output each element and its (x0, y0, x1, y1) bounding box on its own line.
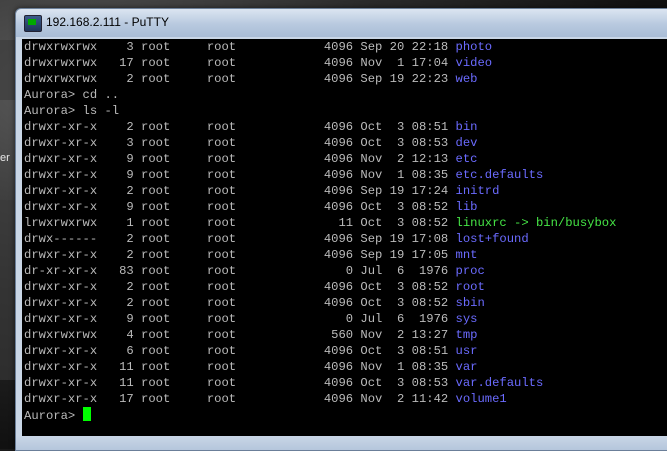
window-bottom-border (16, 436, 667, 450)
command-line: Aurora> ls -l (24, 104, 120, 118)
ls-entry-row: drwxrwxrwx 2 root root 4096 Sep 19 22:23… (22, 71, 667, 87)
directory-name: dev (455, 136, 478, 150)
directory-name: etc.defaults (455, 168, 544, 182)
ls-entry-meta: drwxrwxrwx 3 root root 4096 Sep 20 22:18 (24, 40, 456, 54)
ls-entry-meta: lrwxrwxrwx 1 root root 11 Oct 3 08:52 (24, 216, 456, 230)
ls-entry-row: drwxr-xr-x 2 root root 4096 Oct 3 08:52 … (22, 295, 667, 311)
ls-entry-meta: drwxr-xr-x 2 root root 4096 Sep 19 17:24 (24, 184, 456, 198)
putty-app-icon[interactable] (24, 15, 42, 32)
ls-entry-meta: drwxr-xr-x 2 root root 4096 Oct 3 08:51 (24, 120, 456, 134)
ls-entry-row: drwxrwxrwx 3 root root 4096 Sep 20 22:18… (22, 39, 667, 55)
directory-name: sbin (455, 296, 485, 310)
ls-entry-meta: drwxrwxrwx 4 root root 560 Nov 2 13:27 (24, 328, 456, 342)
symlink-name: linuxrc -> bin/busybox (455, 216, 617, 230)
window-title: 192.168.2.111 - PuTTY (46, 15, 169, 29)
ls-entry-meta: drwxr-xr-x 9 root root 4096 Oct 3 08:52 (24, 200, 456, 214)
ls-entry-row: drwxr-xr-x 2 root root 4096 Oct 3 08:52 … (22, 279, 667, 295)
ls-entry-meta: drwxr-xr-x 9 root root 4096 Nov 1 08:35 (24, 168, 456, 182)
directory-name: mnt (455, 248, 478, 262)
ls-entry-row: dr-xr-xr-x 83 root root 0 Jul 6 1976 pro… (22, 263, 667, 279)
ls-entry-row: drwxr-xr-x 2 root root 4096 Sep 19 17:24… (22, 183, 667, 199)
ls-entry-meta: drwxr-xr-x 9 root root 4096 Nov 2 12:13 (24, 152, 456, 166)
ls-entry-row: drwxrwxrwx 4 root root 560 Nov 2 13:27 t… (22, 327, 667, 343)
ls-entry-meta: drwxr-xr-x 11 root root 4096 Nov 1 08:35 (24, 360, 456, 374)
ls-entry-row: drwxr-xr-x 9 root root 4096 Nov 1 08:35 … (22, 167, 667, 183)
ls-entry-row: drwxr-xr-x 2 root root 4096 Oct 3 08:51 … (22, 119, 667, 135)
directory-name: lib (455, 200, 478, 214)
directory-name: video (455, 56, 493, 70)
directory-name: tmp (455, 328, 478, 342)
ls-entry-row: drwxr-xr-x 2 root root 4096 Sep 19 17:05… (22, 247, 667, 263)
ls-entry-row: drwxr-xr-x 9 root root 4096 Nov 2 12:13 … (22, 151, 667, 167)
directory-name: etc (455, 152, 478, 166)
ls-entry-meta: drwxr-xr-x 17 root root 4096 Nov 2 11:42 (24, 392, 456, 406)
command-line: Aurora> cd .. (24, 88, 120, 102)
directory-name: initrd (455, 184, 500, 198)
directory-name: photo (455, 40, 493, 54)
ls-entry-meta: drwxr-xr-x 3 root root 4096 Oct 3 08:53 (24, 136, 456, 150)
ls-entry-row: drwxr-xr-x 11 root root 4096 Oct 3 08:53… (22, 375, 667, 391)
directory-name: var.defaults (455, 376, 544, 390)
putty-window[interactable]: 192.168.2.111 - PuTTY drwxrwxrwx 3 root … (15, 8, 667, 451)
ls-entry-row: drwxrwxrwx 17 root root 4096 Nov 1 17:04… (22, 55, 667, 71)
directory-name: web (455, 72, 478, 86)
directory-name: sys (455, 312, 478, 326)
ls-entry-row: drwxr-xr-x 9 root root 4096 Oct 3 08:52 … (22, 199, 667, 215)
directory-name: lost+found (455, 232, 529, 246)
desktop-partial-label: er (0, 152, 10, 164)
ls-entry-row: drwxr-xr-x 6 root root 4096 Oct 3 08:51 … (22, 343, 667, 359)
ls-entry-meta: drwxr-xr-x 2 root root 4096 Oct 3 08:52 (24, 280, 456, 294)
ls-entry-meta: drwxr-xr-x 9 root root 0 Jul 6 1976 (24, 312, 456, 326)
directory-name: root (455, 280, 485, 294)
directory-name: bin (455, 120, 478, 134)
ls-entry-row: drwxr-xr-x 17 root root 4096 Nov 2 11:42… (22, 391, 667, 407)
text-cursor (82, 407, 91, 421)
terminal-screen[interactable]: drwxrwxrwx 3 root root 4096 Sep 20 22:18… (22, 39, 667, 436)
directory-name: usr (455, 344, 478, 358)
ls-entry-row: drwxr-xr-x 11 root root 4096 Nov 1 08:35… (22, 359, 667, 375)
ls-entry-meta: dr-xr-xr-x 83 root root 0 Jul 6 1976 (24, 264, 456, 278)
ls-entry-row: drwxr-xr-x 9 root root 0 Jul 6 1976 sys (22, 311, 667, 327)
ls-entry-row: lrwxrwxrwx 1 root root 11 Oct 3 08:52 li… (22, 215, 667, 231)
shell-prompt: Aurora> (22, 407, 667, 423)
ls-entry-row: drwxr-xr-x 3 root root 4096 Oct 3 08:53 … (22, 135, 667, 151)
ls-entry-meta: drwx------ 2 root root 4096 Sep 19 17:08 (24, 232, 456, 246)
ls-entry-meta: drwxr-xr-x 11 root root 4096 Oct 3 08:53 (24, 376, 456, 390)
ls-entry-meta: drwxrwxrwx 2 root root 4096 Sep 19 22:23 (24, 72, 456, 86)
title-bar[interactable]: 192.168.2.111 - PuTTY (16, 9, 667, 37)
directory-name: proc (455, 264, 485, 278)
ls-entry-row: drwx------ 2 root root 4096 Sep 19 17:08… (22, 231, 667, 247)
ls-entry-meta: drwxrwxrwx 17 root root 4096 Nov 1 17:04 (24, 56, 456, 70)
ls-entry-meta: drwxr-xr-x 6 root root 4096 Oct 3 08:51 (24, 344, 456, 358)
directory-name: volume1 (455, 392, 507, 406)
ls-entry-meta: drwxr-xr-x 2 root root 4096 Oct 3 08:52 (24, 296, 456, 310)
ls-entry-meta: drwxr-xr-x 2 root root 4096 Sep 19 17:05 (24, 248, 456, 262)
prompt-text: Aurora> (24, 409, 83, 423)
directory-name: var (455, 360, 478, 374)
